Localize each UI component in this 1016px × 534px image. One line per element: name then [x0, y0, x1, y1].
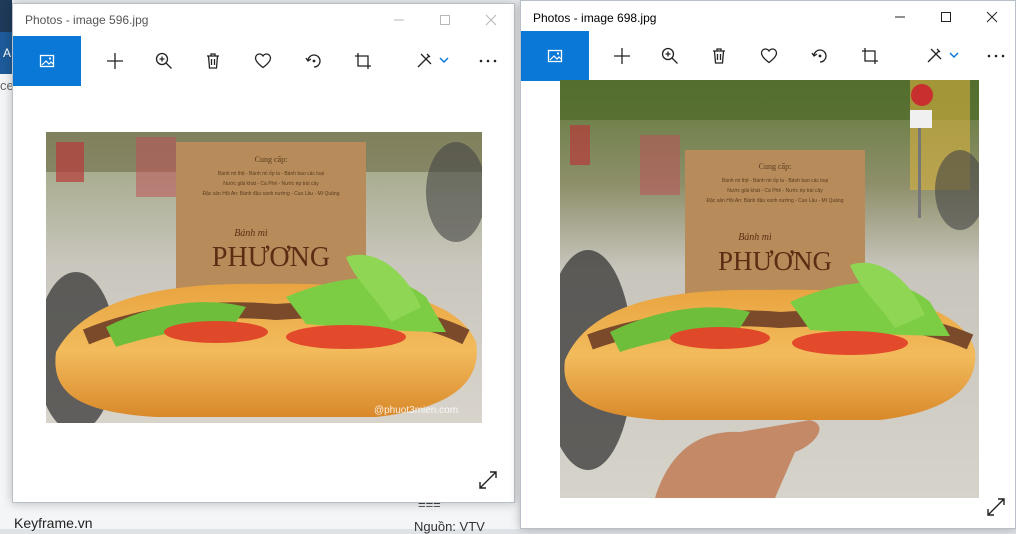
close-button[interactable]	[969, 1, 1015, 33]
more-icon	[987, 54, 1005, 58]
minimize-icon	[895, 16, 905, 18]
photo-toolbar	[521, 31, 1015, 81]
bg-text-fragment: ce	[0, 78, 14, 93]
minimize-button[interactable]	[376, 4, 422, 36]
favorite-button[interactable]	[238, 36, 288, 86]
crop-icon	[355, 53, 371, 69]
zoom-button[interactable]	[645, 31, 695, 81]
sign-supply: Cung cấp:	[255, 155, 288, 164]
bg-left-panel	[0, 74, 12, 529]
crop-button[interactable]	[338, 36, 388, 86]
heart-icon	[254, 53, 272, 69]
window-title: Photos - image 698.jpg	[533, 11, 657, 25]
sign-brand-big: PHƯƠNG	[718, 246, 832, 276]
image-icon	[547, 49, 563, 63]
trash-icon	[207, 53, 219, 69]
expand-icon	[479, 471, 497, 489]
bg-source-text: Nguồn: VTV	[414, 519, 485, 534]
rotate-button[interactable]	[289, 36, 339, 86]
sign-supply: Cung cấp:	[759, 162, 792, 171]
zoom-icon	[155, 52, 172, 69]
bg-source-panel: === Nguồn: VTV	[400, 497, 518, 534]
more-icon	[479, 59, 497, 63]
edit-draw-icon	[417, 53, 449, 68]
rotate-icon	[305, 54, 321, 68]
close-icon	[986, 11, 998, 23]
window-title: Photos - image 596.jpg	[25, 13, 149, 27]
photo-display[interactable]: Cung cấp: Bánh mì thịt - Bánh mì ốp la -…	[560, 80, 979, 498]
sign-brand-small: Bánh mì	[234, 228, 268, 239]
add-button[interactable]	[597, 31, 647, 81]
zoom-icon	[661, 47, 678, 64]
sign-line-2: Nước giải khát - Cà Phê - Nước ép trái c…	[223, 181, 319, 187]
more-button[interactable]	[463, 36, 513, 86]
photo-watermark: @phuot3mien.com	[374, 405, 458, 416]
photos-window-right[interactable]: Photos - image 698.jpg Cung cấp: Bánh mì…	[520, 0, 1016, 529]
photos-window-left[interactable]: Photos - image 596.jpg Cung cấp: Bánh mì…	[12, 3, 515, 503]
close-icon	[485, 14, 497, 26]
view-image-button[interactable]	[521, 31, 589, 81]
image-icon	[39, 54, 55, 68]
crop-icon	[862, 48, 878, 64]
edit-button[interactable]	[913, 31, 973, 81]
delete-button[interactable]	[694, 31, 744, 81]
trash-icon	[713, 48, 725, 64]
maximize-button[interactable]	[422, 4, 468, 36]
maximize-button[interactable]	[923, 1, 969, 33]
sign-brand-big: PHƯƠNG	[212, 242, 330, 273]
view-image-button[interactable]	[13, 36, 81, 86]
sign-line-1: Bánh mì thịt - Bánh mì ốp la - Bánh bao …	[218, 171, 324, 177]
sandwich-photo: Cung cấp: Bánh mì thịt - Bánh mì ốp la -…	[560, 80, 979, 498]
crop-button[interactable]	[845, 31, 895, 81]
sign-line-2: Nước giải khát - Cà Phê - Nước ép trái c…	[727, 188, 823, 194]
sign-line-3: Đặc sản Hội An: Bánh đậu xanh nướng - Ca…	[707, 198, 844, 204]
close-button[interactable]	[468, 4, 514, 36]
heart-icon	[760, 48, 778, 64]
sign-line-1: Bánh mì thịt - Bánh mì ốp la - Bánh bao …	[722, 178, 828, 184]
rotate-icon	[811, 49, 827, 63]
edit-button[interactable]	[403, 36, 463, 86]
photo-toolbar	[13, 36, 514, 86]
rotate-button[interactable]	[795, 31, 845, 81]
edit-draw-icon	[927, 48, 959, 63]
maximize-icon	[440, 15, 450, 25]
bg-titlebar-fragment	[0, 0, 12, 32]
favorite-button[interactable]	[744, 31, 794, 81]
title-bar[interactable]: Photos - image 596.jpg	[13, 4, 514, 36]
zoom-button[interactable]	[139, 36, 189, 86]
photo-display[interactable]: Cung cấp: Bánh mì thịt - Bánh mì ốp la -…	[46, 132, 482, 423]
add-icon	[614, 48, 630, 64]
minimize-button[interactable]	[877, 1, 923, 33]
add-icon	[107, 53, 123, 69]
add-button[interactable]	[90, 36, 140, 86]
sign-brand-small: Bánh mì	[738, 232, 772, 243]
fullscreen-button[interactable]	[474, 466, 502, 494]
sign-line-3: Đặc sản Hội An: Bánh đậu xanh nướng - Ca…	[203, 191, 340, 197]
expand-icon	[987, 498, 1005, 516]
maximize-icon	[941, 12, 951, 22]
title-bar[interactable]: Photos - image 698.jpg	[521, 1, 1015, 33]
sandwich-photo: Cung cấp: Bánh mì thịt - Bánh mì ốp la -…	[46, 132, 482, 423]
more-button[interactable]	[971, 31, 1016, 81]
bg-nav-fragment: A	[0, 32, 12, 74]
delete-button[interactable]	[188, 36, 238, 86]
minimize-icon	[394, 19, 404, 21]
fullscreen-button[interactable]	[982, 493, 1010, 521]
